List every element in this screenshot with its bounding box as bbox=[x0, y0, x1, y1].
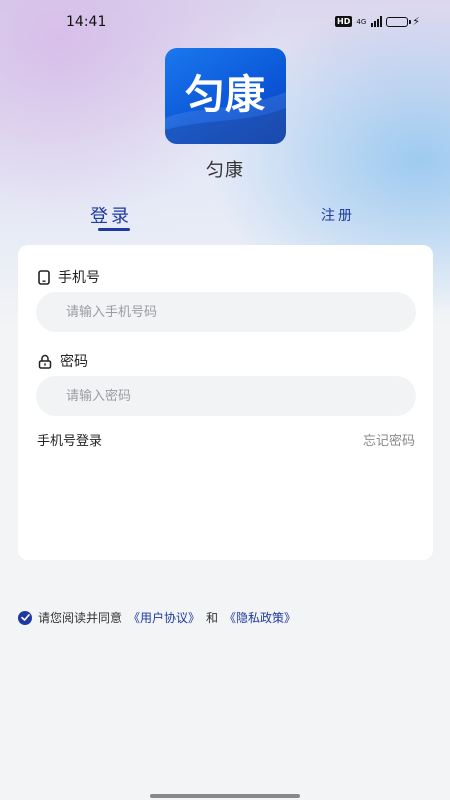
privacy-policy-link[interactable]: 《隐私政策》 bbox=[224, 609, 296, 626]
tab-login-label: 登录 bbox=[90, 206, 132, 227]
logo-text: 匀康 bbox=[185, 72, 265, 118]
password-input[interactable] bbox=[36, 376, 416, 416]
agreement-row: 请您阅读并同意 《用户协议》 和 《隐私政策》 bbox=[18, 609, 296, 626]
phone-field-label: 手机号 bbox=[38, 267, 100, 287]
lock-icon bbox=[38, 354, 52, 369]
charging-icon: ⚡ bbox=[412, 15, 420, 28]
agreement-prefix: 请您阅读并同意 bbox=[38, 611, 123, 625]
password-field-label: 密码 bbox=[38, 351, 88, 371]
agreement-checkbox[interactable] bbox=[18, 610, 32, 625]
sms-login-link[interactable]: 手机号登录 bbox=[37, 430, 102, 449]
user-agreement-link[interactable]: 《用户协议》 bbox=[128, 609, 200, 626]
logo-swoosh-icon: 匀康 bbox=[165, 72, 286, 144]
tab-register-label: 注册 bbox=[321, 208, 355, 224]
battery-icon bbox=[386, 16, 412, 27]
phone-label-text: 手机号 bbox=[58, 270, 100, 286]
hd-icon: HD bbox=[335, 16, 353, 27]
active-tab-indicator bbox=[98, 228, 130, 231]
tab-register[interactable]: 注册 bbox=[321, 205, 355, 225]
app-logo: 匀康 bbox=[165, 48, 286, 144]
agreement-conjunction: 和 bbox=[206, 611, 219, 625]
check-icon bbox=[20, 614, 30, 621]
phone-input[interactable] bbox=[36, 292, 416, 332]
status-icons: HD 4G ⚡ bbox=[335, 15, 420, 28]
app-name: 匀康 bbox=[206, 160, 244, 181]
status-bar: 14:41 HD 4G ⚡ bbox=[0, 0, 450, 44]
forgot-password-link[interactable]: 忘记密码 bbox=[363, 430, 415, 449]
login-card: 手机号 密码 手机号登录 忘记密码 bbox=[18, 245, 433, 560]
tab-login[interactable]: 登录 bbox=[90, 202, 132, 231]
password-label-text: 密码 bbox=[60, 354, 88, 370]
network-type: 4G bbox=[356, 17, 367, 26]
status-time: 14:41 bbox=[66, 14, 107, 30]
signal-icon bbox=[371, 16, 383, 27]
phone-icon bbox=[38, 269, 50, 285]
home-indicator[interactable] bbox=[150, 794, 300, 798]
